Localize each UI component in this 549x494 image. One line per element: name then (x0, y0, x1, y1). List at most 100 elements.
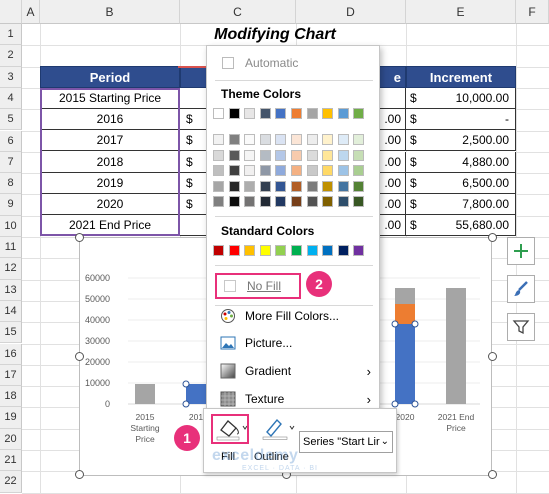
theme-color-swatch[interactable] (306, 108, 318, 119)
theme-color-shade-swatch[interactable] (353, 165, 365, 176)
standard-color-swatch[interactable] (322, 245, 334, 256)
theme-color-swatch[interactable] (291, 108, 302, 119)
cell-currency[interactable]: $ (406, 215, 426, 237)
cell-currency[interactable]: $ (406, 109, 426, 131)
chart-resize-handle-mr[interactable] (488, 352, 497, 361)
row-header-16[interactable]: 16 (0, 343, 22, 365)
theme-color-swatch[interactable] (337, 108, 349, 119)
theme-color-shade-swatch[interactable] (337, 165, 349, 176)
menu-item-no-fill[interactable]: No Fill (215, 273, 301, 299)
theme-color-shade-swatch[interactable] (259, 165, 271, 176)
theme-color-shade-swatch[interactable] (337, 149, 349, 161)
menu-item-picture[interactable]: Picture... (219, 332, 373, 354)
theme-color-shade-swatch[interactable] (291, 180, 302, 192)
cell-currency[interactable]: $ (406, 130, 426, 152)
row-header-17[interactable]: 17 (0, 364, 22, 387)
theme-color-shade-swatch[interactable] (322, 149, 334, 161)
cell-currency[interactable]: $ (406, 151, 426, 173)
theme-color-shade-swatch[interactable] (275, 196, 287, 207)
outline-button[interactable] (259, 414, 299, 444)
theme-color-shade-swatch[interactable] (337, 196, 349, 207)
theme-color-swatch[interactable] (259, 108, 271, 119)
row-header-20[interactable]: 20 (0, 428, 22, 450)
column-header-e[interactable]: E (406, 0, 516, 24)
row-header-3[interactable]: 3 (0, 66, 22, 88)
theme-color-swatch[interactable] (275, 108, 287, 119)
cell-increment[interactable]: 55,680.00 (426, 215, 516, 237)
chart-filters-button[interactable] (507, 313, 535, 341)
theme-color-swatch[interactable] (353, 108, 365, 119)
theme-color-shade-swatch[interactable] (244, 196, 256, 207)
row-header-4[interactable]: 4 (0, 87, 22, 110)
row-header-13[interactable]: 13 (0, 279, 22, 301)
theme-color-shade-swatch[interactable] (244, 180, 256, 192)
chart-resize-handle-bl[interactable] (75, 470, 84, 479)
theme-color-shade-swatch[interactable] (228, 149, 240, 161)
chart-styles-button[interactable] (507, 275, 535, 303)
menu-item-more-fill-colors[interactable]: More Fill Colors... (219, 305, 373, 327)
menu-item-texture[interactable]: Texture › (219, 388, 373, 410)
row-header-10[interactable]: 10 (0, 215, 22, 237)
standard-color-swatch[interactable] (353, 245, 365, 256)
fill-button[interactable] (211, 414, 249, 444)
corner-cell[interactable] (0, 0, 22, 24)
theme-color-shade-swatch[interactable] (291, 134, 302, 145)
theme-color-shade-swatch[interactable] (213, 165, 224, 176)
column-header-c[interactable]: C (180, 0, 296, 24)
chart-elements-button[interactable] (507, 237, 535, 265)
theme-color-shade-swatch[interactable] (306, 180, 318, 192)
theme-color-shade-swatch[interactable] (228, 196, 240, 207)
column-header-d[interactable]: D (296, 0, 406, 24)
theme-color-shade-swatch[interactable] (306, 196, 318, 207)
row-header-15[interactable]: 15 (0, 322, 22, 344)
theme-color-shade-swatch[interactable] (213, 134, 224, 145)
theme-color-shade-swatch[interactable] (322, 134, 334, 145)
theme-color-shade-swatch[interactable] (306, 149, 318, 161)
theme-color-shade-swatch[interactable] (228, 180, 240, 192)
theme-color-shade-swatch[interactable] (213, 196, 224, 207)
theme-color-shade-swatch[interactable] (291, 149, 302, 161)
theme-color-shade-swatch[interactable] (353, 180, 365, 192)
theme-color-swatch[interactable] (213, 108, 224, 119)
theme-color-shade-swatch[interactable] (275, 149, 287, 161)
row-header-21[interactable]: 21 (0, 450, 22, 472)
row-header-19[interactable]: 19 (0, 407, 22, 429)
row-header-11[interactable]: 11 (0, 237, 22, 259)
theme-color-shade-swatch[interactable] (337, 180, 349, 192)
theme-color-shade-swatch[interactable] (275, 180, 287, 192)
theme-color-shade-swatch[interactable] (291, 196, 302, 207)
theme-color-shade-swatch[interactable] (213, 180, 224, 192)
theme-color-shade-swatch[interactable] (228, 165, 240, 176)
theme-color-shade-swatch[interactable] (337, 134, 349, 145)
theme-color-shade-swatch[interactable] (259, 134, 271, 145)
standard-color-swatch[interactable] (306, 245, 318, 256)
chart-resize-handle-ml[interactable] (75, 352, 84, 361)
column-header-a[interactable]: A (22, 0, 40, 24)
theme-color-shade-swatch[interactable] (228, 134, 240, 145)
row-header-7[interactable]: 7 (0, 151, 22, 174)
row-header-18[interactable]: 18 (0, 386, 22, 408)
row-header-14[interactable]: 14 (0, 300, 22, 323)
theme-color-shade-swatch[interactable] (244, 134, 256, 145)
menu-item-automatic[interactable]: Automatic (219, 52, 373, 74)
row-header-8[interactable]: 8 (0, 173, 22, 195)
standard-color-swatch[interactable] (337, 245, 349, 256)
row-header-2[interactable]: 2 (0, 45, 22, 67)
theme-color-shade-swatch[interactable] (275, 165, 287, 176)
theme-color-shade-swatch[interactable] (259, 149, 271, 161)
cell-increment[interactable]: 2,500.00 (426, 130, 516, 152)
cell-increment[interactable]: 7,800.00 (426, 194, 516, 215)
standard-color-swatch[interactable] (228, 245, 240, 256)
theme-color-shade-swatch[interactable] (213, 149, 224, 161)
row-header-12[interactable]: 12 (0, 258, 22, 280)
theme-color-swatch[interactable] (228, 108, 240, 119)
row-header-6[interactable]: 6 (0, 130, 22, 152)
column-header-b[interactable]: B (40, 0, 180, 24)
standard-color-swatch[interactable] (275, 245, 287, 256)
theme-color-shade-swatch[interactable] (291, 165, 302, 176)
cell-increment[interactable]: 6,500.00 (426, 172, 516, 194)
menu-item-gradient[interactable]: Gradient › (219, 360, 373, 382)
theme-color-swatch[interactable] (322, 108, 334, 119)
cell-currency[interactable]: $ (406, 172, 426, 194)
cell-increment[interactable]: 4,880.00 (426, 151, 516, 173)
